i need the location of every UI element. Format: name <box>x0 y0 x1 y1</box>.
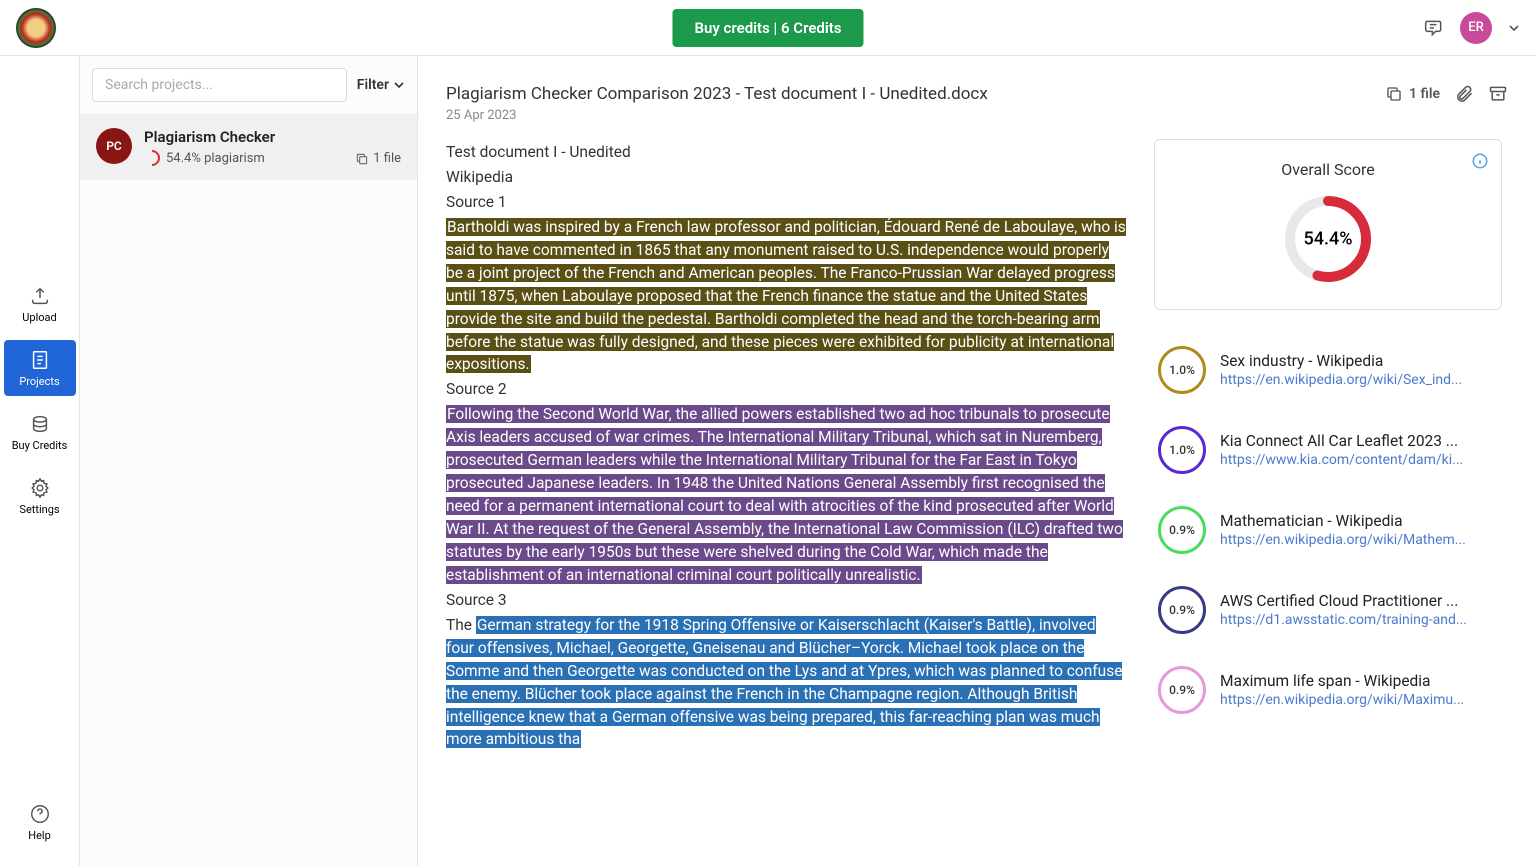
highlighted-paragraph: The German strategy for the 1918 Spring … <box>446 614 1126 752</box>
source-url: https://www.kia.com/content/dam/ki... <box>1220 452 1498 468</box>
gear-icon <box>29 477 51 499</box>
project-title: Plagiarism Checker <box>144 128 343 146</box>
chevron-down-icon <box>393 79 405 91</box>
score-ring: 54.4% <box>1282 193 1374 285</box>
source-title: AWS Certified Cloud Practitioner ... <box>1220 592 1498 610</box>
sources-list: 1.0% Sex industry - Wikipedia https://en… <box>1154 330 1502 730</box>
source-title: Maximum life span - Wikipedia <box>1220 672 1498 690</box>
score-percentage: 54.4% <box>1304 229 1353 250</box>
nav-label: Upload <box>22 311 56 324</box>
help-icon <box>29 803 51 825</box>
copy-icon <box>1385 85 1403 103</box>
source-pct-ring: 0.9% <box>1158 506 1206 554</box>
nav-buy-credits[interactable]: Buy Credits <box>4 404 76 460</box>
source-item[interactable]: 0.9% AWS Certified Cloud Practitioner ..… <box>1154 570 1502 650</box>
document-date: 25 Apr 2023 <box>446 108 988 123</box>
nav-rail: Upload Projects Buy Credits Settings Hel… <box>0 56 80 866</box>
paperclip-icon[interactable] <box>1454 84 1474 104</box>
filter-button[interactable]: Filter <box>357 77 405 93</box>
content-area: Plagiarism Checker Comparison 2023 - Tes… <box>418 56 1536 866</box>
app-logo <box>16 8 56 48</box>
results-pane[interactable]: Overall Score 54.4% 1.0% Sex industry - … <box>1154 139 1508 866</box>
source-label: Source 2 <box>446 378 1126 401</box>
projects-icon <box>29 349 51 371</box>
nav-label: Settings <box>19 503 59 516</box>
nav-upload[interactable]: Upload <box>4 276 76 332</box>
progress-ring-icon <box>141 147 164 170</box>
chat-icon[interactable] <box>1424 18 1444 38</box>
source-item[interactable]: 0.9% Mathematician - Wikipedia https://e… <box>1154 490 1502 570</box>
app-header: Buy credits | 6 Credits ER <box>0 0 1536 56</box>
document-title: Plagiarism Checker Comparison 2023 - Tes… <box>446 84 988 104</box>
highlighted-paragraph: Bartholdi was inspired by a French law p… <box>446 216 1126 377</box>
chevron-down-icon[interactable] <box>1508 22 1520 34</box>
highlighted-paragraph: Following the Second World War, the alli… <box>446 403 1126 587</box>
credits-icon <box>29 413 51 435</box>
project-avatar: PC <box>96 128 132 164</box>
buy-credits-button[interactable]: Buy credits | 6 Credits <box>672 9 863 47</box>
source-title: Kia Connect All Car Leaflet 2023 ... <box>1220 432 1498 450</box>
nav-label: Projects <box>19 375 59 388</box>
source-url: https://en.wikipedia.org/wiki/Maximu... <box>1220 692 1498 708</box>
nav-help[interactable]: Help <box>4 794 76 850</box>
score-title: Overall Score <box>1171 160 1485 179</box>
source-pct-ring: 0.9% <box>1158 666 1206 714</box>
nav-settings[interactable]: Settings <box>4 468 76 524</box>
filter-label: Filter <box>357 77 389 93</box>
source-label: Source 3 <box>446 589 1126 612</box>
source-item[interactable]: 0.9% Maximum life span - Wikipedia https… <box>1154 650 1502 730</box>
source-pct-ring: 1.0% <box>1158 346 1206 394</box>
source-pct-ring: 0.9% <box>1158 586 1206 634</box>
source-label: Source 1 <box>446 191 1126 214</box>
source-pct-ring: 1.0% <box>1158 426 1206 474</box>
search-input[interactable] <box>92 68 347 102</box>
source-url: https://d1.awsstatic.com/training-and... <box>1220 612 1498 628</box>
file-count[interactable]: 1 file <box>1385 85 1440 103</box>
nav-label: Buy Credits <box>12 439 68 452</box>
source-item[interactable]: 1.0% Sex industry - Wikipedia https://en… <box>1154 330 1502 410</box>
upload-icon <box>29 285 51 307</box>
header-right: ER <box>1424 12 1520 44</box>
copy-icon <box>355 152 369 166</box>
doc-line: Wikipedia <box>446 166 1126 189</box>
doc-line: Test document I - Unedited <box>446 141 1126 164</box>
projects-sidebar: Filter PC Plagiarism Checker 54.4% plagi… <box>80 56 418 866</box>
nav-projects[interactable]: Projects <box>4 340 76 396</box>
project-file-count: 1 file <box>355 151 401 166</box>
project-item[interactable]: PC Plagiarism Checker 54.4% plagiarism 1… <box>80 114 417 180</box>
project-plagiarism-pct: 54.4% plagiarism <box>166 151 265 166</box>
source-item[interactable]: 1.0% Kia Connect All Car Leaflet 2023 ..… <box>1154 410 1502 490</box>
archive-icon[interactable] <box>1488 84 1508 104</box>
source-title: Mathematician - Wikipedia <box>1220 512 1498 530</box>
overall-score-card: Overall Score 54.4% <box>1154 139 1502 310</box>
source-title: Sex industry - Wikipedia <box>1220 352 1498 370</box>
document-pane[interactable]: Test document I - Unedited Wikipedia Sou… <box>446 139 1136 866</box>
user-avatar[interactable]: ER <box>1460 12 1492 44</box>
source-url: https://en.wikipedia.org/wiki/Mathem... <box>1220 532 1498 548</box>
source-url: https://en.wikipedia.org/wiki/Sex_ind... <box>1220 372 1498 388</box>
nav-label: Help <box>28 829 51 842</box>
info-icon[interactable] <box>1471 152 1489 170</box>
